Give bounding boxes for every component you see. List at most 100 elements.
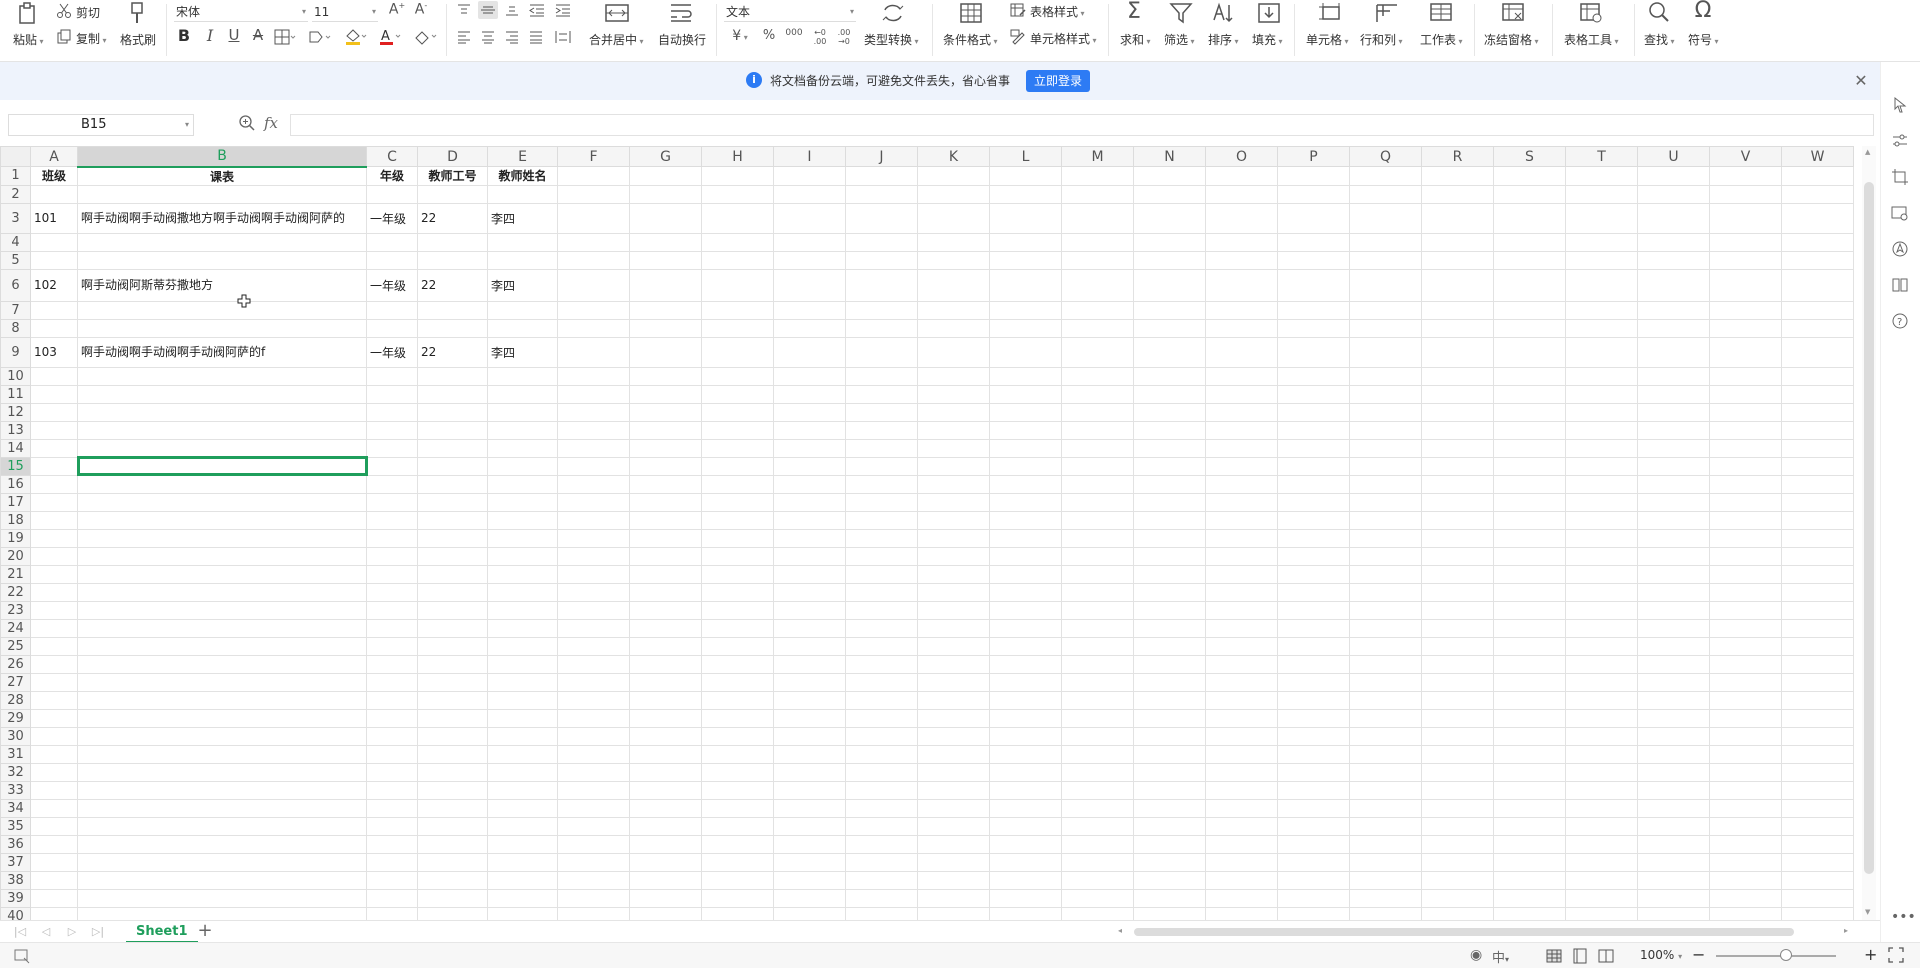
cell-r24[interactable] — [1421, 618, 1494, 638]
cell-u29[interactable] — [1637, 708, 1710, 728]
cell-n10[interactable] — [1133, 366, 1206, 386]
row-header[interactable]: 13 — [0, 420, 31, 440]
cell-e37[interactable] — [487, 852, 558, 872]
cell-w6[interactable] — [1781, 268, 1854, 302]
cell-s31[interactable] — [1493, 744, 1566, 764]
cell-f9[interactable] — [557, 336, 630, 368]
cell-d28[interactable] — [417, 690, 488, 710]
cell-m15[interactable] — [1061, 456, 1134, 476]
cell-g26[interactable] — [629, 654, 702, 674]
cell-a4[interactable] — [30, 232, 78, 252]
cell-e33[interactable] — [487, 780, 558, 800]
cell-v26[interactable] — [1709, 654, 1782, 674]
cell-a31[interactable] — [30, 744, 78, 764]
cell-r37[interactable] — [1421, 852, 1494, 872]
cell-h35[interactable] — [701, 816, 774, 836]
cell-k20[interactable] — [917, 546, 990, 566]
format-painter-icon[interactable] — [124, 2, 150, 24]
cell-q27[interactable] — [1349, 672, 1422, 692]
cell-w17[interactable] — [1781, 492, 1854, 512]
cell-u12[interactable] — [1637, 402, 1710, 422]
normal-view-icon[interactable] — [1546, 948, 1562, 964]
column-header-k[interactable]: K — [917, 146, 990, 167]
cell-i23[interactable] — [773, 600, 846, 620]
cell-a34[interactable] — [30, 798, 78, 818]
cell-e27[interactable] — [487, 672, 558, 692]
cell-j29[interactable] — [845, 708, 918, 728]
cell-q25[interactable] — [1349, 636, 1422, 656]
cell-b30[interactable] — [77, 726, 367, 746]
cell-o5[interactable] — [1205, 250, 1278, 270]
cell-s30[interactable] — [1493, 726, 1566, 746]
select-all-corner[interactable] — [0, 146, 31, 167]
cell-j20[interactable] — [845, 546, 918, 566]
cell-l18[interactable] — [989, 510, 1062, 530]
cell-e23[interactable] — [487, 600, 558, 620]
row-header[interactable]: 11 — [0, 384, 31, 404]
cell-f3[interactable] — [557, 202, 630, 234]
cell-v7[interactable] — [1709, 300, 1782, 320]
cell-t29[interactable] — [1565, 708, 1638, 728]
cell-f2[interactable] — [557, 184, 630, 204]
cell-e13[interactable] — [487, 420, 558, 440]
cell-i24[interactable] — [773, 618, 846, 638]
cell-o18[interactable] — [1205, 510, 1278, 530]
cell-v18[interactable] — [1709, 510, 1782, 530]
cell-d40[interactable] — [417, 906, 488, 920]
cell-b14[interactable] — [77, 438, 367, 458]
cell-h33[interactable] — [701, 780, 774, 800]
cell-d36[interactable] — [417, 834, 488, 854]
cell-c8[interactable] — [366, 318, 418, 338]
cell-o7[interactable] — [1205, 300, 1278, 320]
cell-k1[interactable] — [917, 166, 990, 186]
cell-d12[interactable] — [417, 402, 488, 422]
cell-b32[interactable] — [77, 762, 367, 782]
zoom-slider-handle[interactable] — [1780, 949, 1792, 961]
first-sheet-icon[interactable]: |◁ — [12, 924, 28, 940]
cell-v25[interactable] — [1709, 636, 1782, 656]
cell-t22[interactable] — [1565, 582, 1638, 602]
cell-f33[interactable] — [557, 780, 630, 800]
cell-a6[interactable]: 102 — [30, 268, 78, 302]
cell-u7[interactable] — [1637, 300, 1710, 320]
cell-l8[interactable] — [989, 318, 1062, 338]
cell-v17[interactable] — [1709, 492, 1782, 512]
cell-r2[interactable] — [1421, 184, 1494, 204]
cell-r38[interactable] — [1421, 870, 1494, 890]
cell-j8[interactable] — [845, 318, 918, 338]
cell-s35[interactable] — [1493, 816, 1566, 836]
cell-n18[interactable] — [1133, 510, 1206, 530]
cell-u14[interactable] — [1637, 438, 1710, 458]
cell-r20[interactable] — [1421, 546, 1494, 566]
cell-i5[interactable] — [773, 250, 846, 270]
cell-f35[interactable] — [557, 816, 630, 836]
italic-icon[interactable]: I — [202, 28, 218, 46]
wrap-text-button[interactable]: 自动换行 — [658, 31, 706, 48]
cell-u36[interactable] — [1637, 834, 1710, 854]
cell-l32[interactable] — [989, 762, 1062, 782]
cell-p2[interactable] — [1277, 184, 1350, 204]
cell-h13[interactable] — [701, 420, 774, 440]
cell-t32[interactable] — [1565, 762, 1638, 782]
cell-k39[interactable] — [917, 888, 990, 908]
cell-j22[interactable] — [845, 582, 918, 602]
cell-q7[interactable] — [1349, 300, 1422, 320]
cell-b22[interactable] — [77, 582, 367, 602]
cell-k40[interactable] — [917, 906, 990, 920]
cell-a33[interactable] — [30, 780, 78, 800]
cell-j13[interactable] — [845, 420, 918, 440]
cell-i15[interactable] — [773, 456, 846, 476]
cell-n24[interactable] — [1133, 618, 1206, 638]
cell-r13[interactable] — [1421, 420, 1494, 440]
cell-e8[interactable] — [487, 318, 558, 338]
cell-v12[interactable] — [1709, 402, 1782, 422]
cell-p32[interactable] — [1277, 762, 1350, 782]
cell-w18[interactable] — [1781, 510, 1854, 530]
cell-u15[interactable] — [1637, 456, 1710, 476]
cell-c21[interactable] — [366, 564, 418, 584]
cell-f6[interactable] — [557, 268, 630, 302]
cell-l9[interactable] — [989, 336, 1062, 368]
cell-m7[interactable] — [1061, 300, 1134, 320]
cell-o34[interactable] — [1205, 798, 1278, 818]
cell-t33[interactable] — [1565, 780, 1638, 800]
